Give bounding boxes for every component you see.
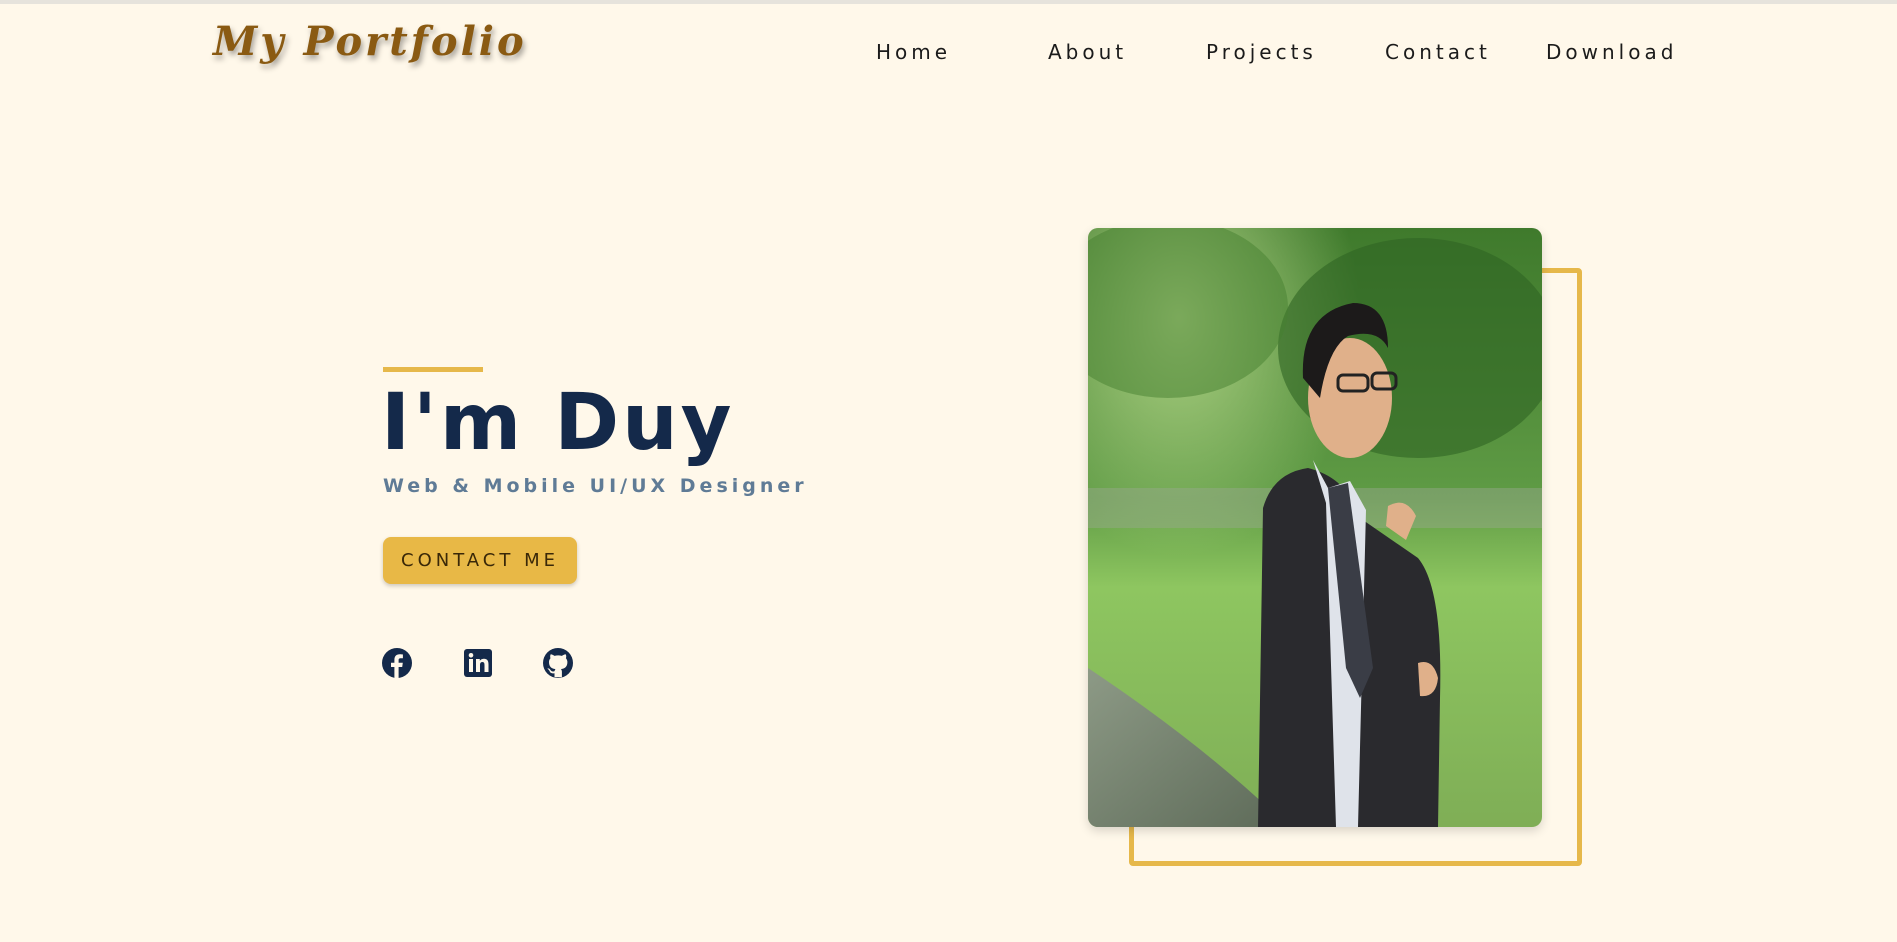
nav-download[interactable]: Download bbox=[1546, 40, 1677, 64]
linkedin-icon[interactable] bbox=[463, 648, 493, 678]
facebook-icon[interactable] bbox=[382, 648, 412, 678]
nav-projects[interactable]: Projects bbox=[1206, 40, 1317, 64]
portrait-photo bbox=[1088, 228, 1542, 827]
nav-about[interactable]: About bbox=[1048, 40, 1127, 64]
hero-title: I'm Duy bbox=[381, 378, 735, 468]
contact-me-button[interactable]: CONTACT ME bbox=[383, 537, 577, 584]
hero-subtitle: Web & Mobile UI/UX Designer bbox=[383, 475, 808, 497]
nav-contact[interactable]: Contact bbox=[1385, 40, 1491, 64]
github-icon[interactable] bbox=[543, 648, 573, 678]
nav-home[interactable]: Home bbox=[876, 40, 951, 64]
title-accent-bar bbox=[383, 367, 483, 372]
site-logo[interactable]: My Portfolio bbox=[213, 18, 527, 65]
top-divider bbox=[0, 0, 1897, 4]
